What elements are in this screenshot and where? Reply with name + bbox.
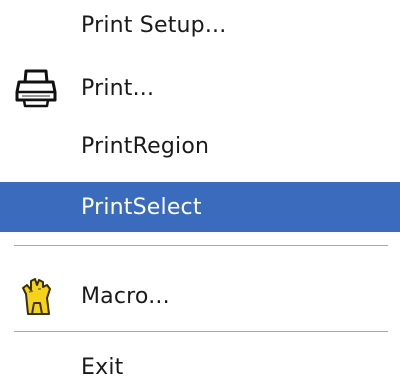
menu-item-label: PrintRegion [81, 133, 210, 159]
menu-item-exit[interactable]: Exit [0, 347, 400, 387]
menu-item-label: Exit [81, 354, 124, 380]
menu-item-label: Print... [81, 75, 155, 101]
menu-item-print-select[interactable]: PrintSelect [0, 182, 400, 232]
printer-icon [2, 68, 70, 108]
menu-separator [14, 331, 388, 333]
menu-item-print-setup[interactable]: Print Setup... [0, 0, 400, 50]
macro-hand-icon [2, 276, 70, 316]
menu-item-print[interactable]: Print... [0, 63, 400, 113]
menu-item-label: PrintSelect [81, 194, 202, 220]
context-menu: Print Setup... Print... PrintRegion Prin… [0, 0, 400, 383]
menu-item-label: Macro... [81, 283, 170, 309]
menu-item-label: Print Setup... [81, 12, 227, 38]
menu-separator [14, 245, 388, 247]
menu-item-print-region[interactable]: PrintRegion [0, 121, 400, 171]
menu-item-macro[interactable]: Macro... [0, 271, 400, 321]
